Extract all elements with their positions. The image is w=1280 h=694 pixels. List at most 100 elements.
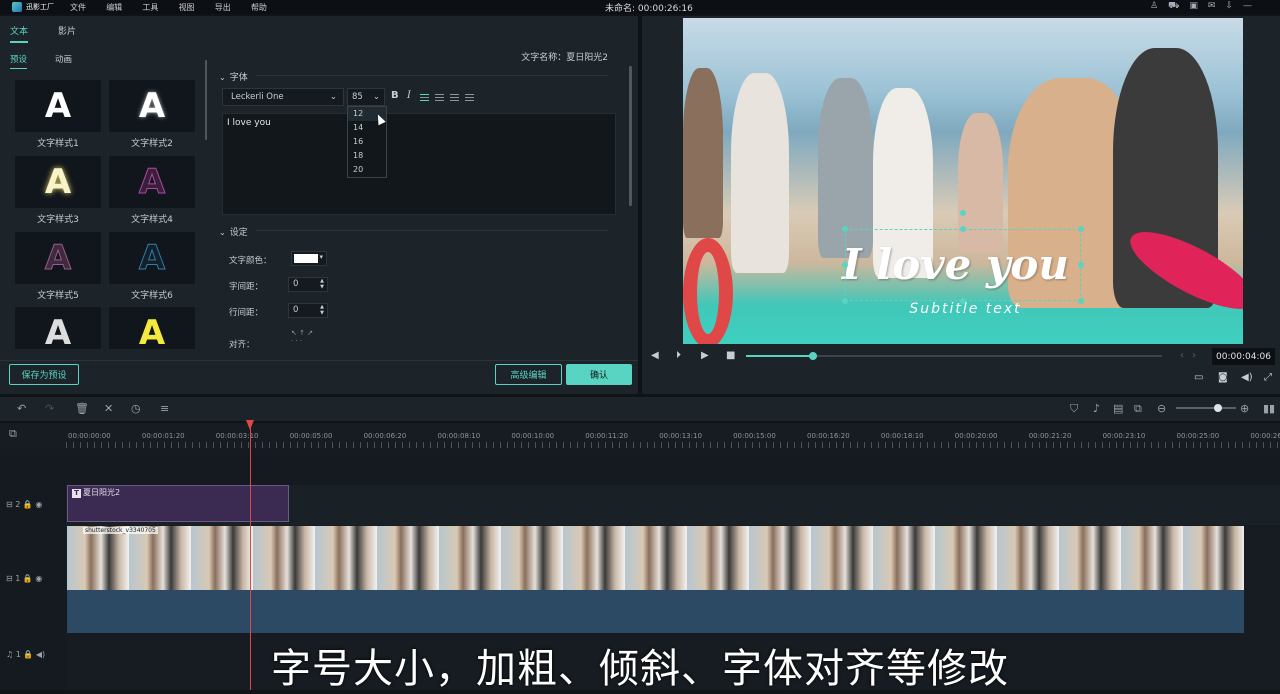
step-back-icon[interactable]: ◀ — [651, 350, 659, 361]
film-icon: ⊟ — [6, 500, 13, 509]
lock-icon[interactable]: 🔒 — [23, 574, 33, 583]
clock-icon[interactable]: ◷ — [131, 402, 141, 415]
align-center-icon[interactable] — [435, 94, 444, 101]
title-clip[interactable]: T 夏日阳光2 — [67, 485, 289, 522]
zoom-in-icon[interactable]: ⊕ — [1240, 402, 1249, 415]
confirm-button[interactable]: 确认 — [566, 364, 632, 385]
add-track-icon[interactable]: ⧉ — [9, 427, 17, 441]
eye-icon[interactable]: ◉ — [35, 500, 42, 509]
download-icon[interactable]: ⇩ — [1225, 1, 1233, 12]
trash-icon[interactable]: 🗑 — [75, 402, 89, 415]
adjust-icon[interactable]: ≡ — [160, 402, 169, 415]
save-icon[interactable]: ▣ — [1189, 1, 1198, 12]
menu-help[interactable]: 帮助 — [251, 3, 267, 12]
letter-spacing-stepper[interactable]: 0 ▲ ▼ — [288, 277, 328, 292]
resize-handle[interactable] — [1078, 262, 1084, 268]
text-content-input[interactable]: I love you — [222, 113, 616, 215]
size-option-18[interactable]: 18 — [348, 149, 386, 163]
line-spacing-stepper[interactable]: 0 ▲ ▼ — [288, 303, 328, 318]
volume-icon[interactable]: ◀) — [1241, 372, 1253, 383]
eye-icon[interactable]: ◉ — [35, 574, 42, 583]
undo-icon[interactable]: ↶ — [17, 402, 26, 415]
size-option-20[interactable]: 20 — [348, 163, 386, 177]
audio-clip[interactable] — [67, 590, 1244, 633]
preset-style-2[interactable]: A 文字样式2 — [109, 80, 195, 149]
split-icon[interactable]: ⧉ — [1134, 402, 1142, 416]
resize-handle[interactable] — [960, 298, 966, 304]
settings-section-header[interactable]: 设定 — [219, 225, 248, 238]
prev-frame-icon[interactable]: ⏵ — [676, 350, 681, 361]
ruler-tick-label: 00:00:13:10 — [659, 432, 702, 440]
menu-tools[interactable]: 工具 — [142, 3, 158, 12]
resize-handle[interactable] — [960, 226, 966, 232]
size-option-16[interactable]: 16 — [348, 135, 386, 149]
menu-edit[interactable]: 编辑 — [106, 3, 122, 12]
shield-icon[interactable]: ⛉ — [1070, 402, 1078, 416]
menu-view[interactable]: 视图 — [179, 3, 195, 12]
font-section-header[interactable]: 字体 — [219, 70, 248, 83]
cart-icon[interactable]: ⛟ — [1168, 1, 1179, 12]
preset-style-4[interactable]: A 文字样式4 — [109, 156, 195, 225]
chevron-right-icon[interactable]: › — [1192, 350, 1196, 361]
chevron-down-icon: ⌄ — [372, 92, 380, 102]
zoom-slider-knob[interactable] — [1214, 404, 1222, 412]
preset-style-5[interactable]: A 文字样式5 — [15, 232, 101, 301]
scissors-icon[interactable]: ✕ — [104, 402, 113, 415]
menu-file[interactable]: 文件 — [70, 3, 86, 12]
pause-icon[interactable]: ▮▮ — [1263, 402, 1275, 415]
advanced-edit-button[interactable]: 高级编辑 — [495, 364, 562, 385]
preset-style-3[interactable]: A 文字样式3 — [15, 156, 101, 225]
position-grid-icon[interactable]: ↖ ↑ ↗ · · · — [291, 329, 313, 345]
align-left-icon[interactable] — [420, 94, 429, 101]
resize-handle[interactable] — [842, 298, 848, 304]
fullscreen-icon[interactable]: ⤢ — [1264, 372, 1272, 383]
redo-icon[interactable]: ↷ — [45, 402, 54, 415]
play-icon[interactable]: ▶ — [701, 350, 709, 361]
text-color-picker[interactable]: ▾ — [291, 251, 327, 266]
align-right-icon[interactable] — [450, 94, 459, 101]
float-ring — [683, 238, 733, 344]
save-preset-button[interactable]: 保存为预设 — [9, 364, 79, 385]
font-size-select[interactable]: 85 ⌄ — [347, 88, 385, 106]
text-selection-box[interactable] — [845, 229, 1081, 301]
preset-style-1[interactable]: A 文字样式1 — [15, 80, 101, 149]
playback-progress[interactable] — [746, 352, 1162, 360]
bold-button[interactable]: B — [391, 90, 399, 101]
resize-handle[interactable] — [1078, 226, 1084, 232]
mail-icon[interactable]: ✉ — [1208, 1, 1216, 12]
timeline-ruler[interactable]: ⧉ 00:00:00:00 00:00:01:20 00:00:03:10 00:00… — [0, 423, 1280, 449]
align-justify-icon[interactable] — [465, 94, 474, 101]
preset-scrollbar[interactable] — [205, 60, 207, 140]
preset-style-6[interactable]: A 文字样式6 — [109, 232, 195, 301]
clip-icon[interactable]: ▤ — [1113, 402, 1123, 415]
editor-scrollbar[interactable] — [629, 66, 632, 206]
resize-handle[interactable] — [842, 226, 848, 232]
video-clip[interactable]: shutterstock_v3340705 — [67, 526, 1244, 590]
stop-icon[interactable]: ■ — [726, 350, 735, 361]
zoom-slider[interactable] — [1176, 404, 1236, 412]
text-name-label: 文字名称：夏日阳光2 — [521, 53, 608, 63]
chevron-left-icon[interactable]: ‹ — [1180, 350, 1184, 361]
user-icon[interactable]: ♙ — [1150, 1, 1158, 12]
minimize-icon[interactable]: — — [1243, 1, 1252, 12]
camera-icon[interactable]: ◙ — [1218, 372, 1228, 383]
preset-style-8[interactable]: A — [109, 307, 195, 349]
progress-knob[interactable] — [808, 352, 817, 360]
stepper-arrows-icon[interactable]: ▲ ▼ — [320, 278, 324, 290]
resize-handle[interactable] — [1078, 298, 1084, 304]
tab-video[interactable]: 影片 — [58, 24, 76, 43]
lock-icon[interactable]: 🔒 — [23, 500, 33, 509]
preview-subtitle[interactable]: Subtitle text — [843, 301, 1088, 317]
menu-export[interactable]: 导出 — [215, 3, 231, 12]
screen-icon[interactable]: ▭ — [1194, 372, 1203, 383]
zoom-out-icon[interactable]: ⊖ — [1157, 402, 1166, 415]
resize-handle[interactable] — [842, 262, 848, 268]
preset-style-7[interactable]: A — [15, 307, 101, 349]
mic-icon[interactable]: ♪ — [1093, 402, 1100, 415]
tab-text[interactable]: 文本 — [10, 24, 29, 43]
font-family-select[interactable]: Leckerli One ⌄ — [222, 88, 344, 106]
track-number: 2 — [15, 500, 21, 509]
italic-button[interactable]: I — [407, 90, 411, 101]
rotate-handle[interactable] — [960, 210, 966, 216]
stepper-arrows-icon[interactable]: ▲ ▼ — [320, 304, 324, 316]
